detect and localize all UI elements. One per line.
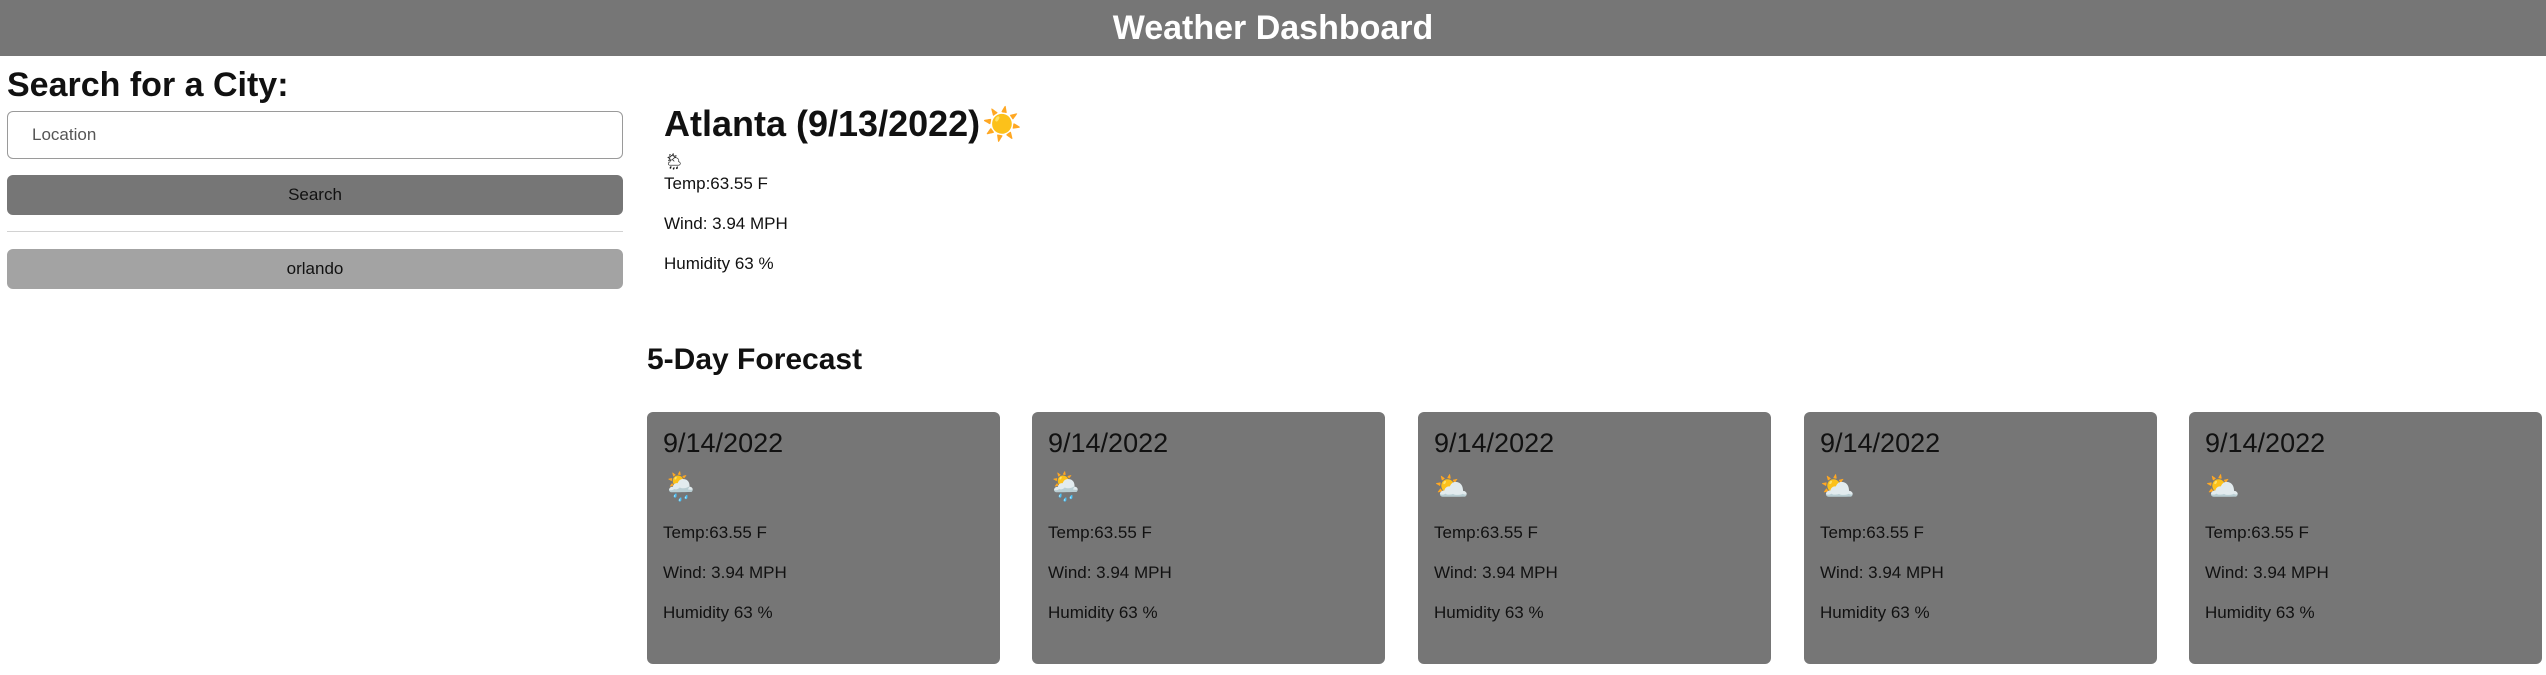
search-sidebar: Search for a City: Search orlando — [7, 56, 623, 289]
history-city-button[interactable]: orlando — [7, 249, 623, 289]
forecast-temp: Temp:63.55 F — [1434, 523, 1538, 542]
forecast-card: 9/14/2022 ⛅ Temp:63.55 F Wind: 3.94 MPH … — [1804, 412, 2157, 664]
current-temp: Temp:63.55 F — [664, 174, 768, 193]
forecast-wind: Wind: 3.94 MPH — [2205, 563, 2329, 582]
partly-cloudy-icon: ⛅ — [2205, 471, 2240, 502]
sidebar-divider — [7, 231, 623, 232]
forecast-humidity: Humidity 63 % — [1434, 603, 1544, 622]
weather-condition-icon: 🌦 — [664, 154, 685, 171]
forecast-card: 9/14/2022 🌦️ Temp:63.55 F Wind: 3.94 MPH… — [1032, 412, 1385, 664]
location-input[interactable] — [7, 111, 623, 159]
forecast-temp: Temp:63.55 F — [1048, 523, 1152, 542]
forecast-date: 9/14/2022 — [663, 428, 784, 458]
forecast-date: 9/14/2022 — [1820, 428, 1941, 458]
forecast-date: 9/14/2022 — [1434, 428, 1555, 458]
forecast-cards: 9/14/2022 🌦️ Temp:63.55 F Wind: 3.94 MPH… — [647, 412, 2546, 664]
forecast-humidity: Humidity 63 % — [1820, 603, 1930, 622]
partly-cloudy-icon: ⛅ — [1434, 471, 1469, 502]
app-title: Weather Dashboard — [1112, 8, 1434, 47]
current-weather: Atlanta (9/13/2022) ☀️ 🌦 Temp:63.55 F Wi… — [664, 100, 1022, 274]
forecast-wind: Wind: 3.94 MPH — [1434, 563, 1558, 582]
forecast-card: 9/14/2022 🌦️ Temp:63.55 F Wind: 3.94 MPH… — [647, 412, 1000, 664]
current-humidity: Humidity 63 % — [664, 254, 774, 273]
search-button[interactable]: Search — [7, 175, 623, 215]
forecast-temp: Temp:63.55 F — [663, 523, 767, 542]
sun-icon: ☀️ — [982, 106, 1022, 142]
forecast-card: 9/14/2022 ⛅ Temp:63.55 F Wind: 3.94 MPH … — [2189, 412, 2542, 664]
forecast-humidity: Humidity 63 % — [1048, 603, 1158, 622]
current-city-title: Atlanta (9/13/2022) — [664, 103, 981, 144]
search-heading: Search for a City: — [7, 66, 289, 104]
forecast-date: 9/14/2022 — [1048, 428, 1169, 458]
forecast-title: 5-Day Forecast — [647, 343, 863, 376]
forecast-wind: Wind: 3.94 MPH — [1048, 563, 1172, 582]
forecast-temp: Temp:63.55 F — [1820, 523, 1924, 542]
forecast-humidity: Humidity 63 % — [663, 603, 773, 622]
current-city-heading: Atlanta (9/13/2022) ☀️ — [664, 100, 1022, 148]
forecast-wind: Wind: 3.94 MPH — [663, 563, 787, 582]
current-wind: Wind: 3.94 MPH — [664, 214, 788, 233]
rain-cloud-icon: 🌦️ — [663, 471, 698, 502]
rain-cloud-icon: 🌦️ — [1048, 471, 1083, 502]
forecast-humidity: Humidity 63 % — [2205, 603, 2315, 622]
forecast-card: 9/14/2022 ⛅ Temp:63.55 F Wind: 3.94 MPH … — [1418, 412, 1771, 664]
forecast-temp: Temp:63.55 F — [2205, 523, 2309, 542]
partly-cloudy-icon: ⛅ — [1820, 471, 1855, 502]
forecast-date: 9/14/2022 — [2205, 428, 2326, 458]
app-header: Weather Dashboard — [0, 0, 2546, 56]
forecast-wind: Wind: 3.94 MPH — [1820, 563, 1944, 582]
